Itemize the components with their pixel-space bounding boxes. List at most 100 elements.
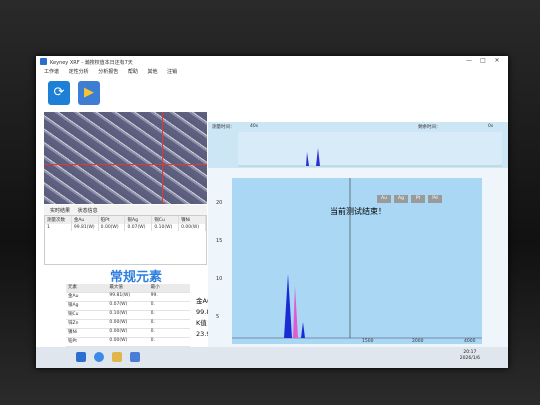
col-min: 最小 <box>150 285 160 290</box>
browser-icon[interactable] <box>94 352 104 362</box>
tab-status[interactable]: 状态信息 <box>78 207 98 214</box>
element-button-pd[interactable]: Pd <box>428 195 442 203</box>
app-window: Keyney XRF - 瀚搜权值本日还有7天 — □ ✕ 工作谱 定性分析 分析报… <box>36 56 508 368</box>
refresh-button[interactable]: ⟳ <box>48 81 70 105</box>
app-taskbar-icon[interactable] <box>130 352 140 362</box>
cell: 0.10(W) <box>152 224 180 231</box>
col-max: 最大值 <box>109 285 123 290</box>
cell: 金Au <box>68 294 79 299</box>
cell: 0.07(W) <box>125 224 153 231</box>
cell: 0. <box>150 338 155 343</box>
spectrum-panel: 20 15 10 5 1500 2000 4000 Au Ag Pt Pd 当前测试结… <box>208 168 508 358</box>
y-tick: 20 <box>216 200 223 206</box>
peak-minor <box>301 322 305 338</box>
cell: 银Ag <box>68 303 79 308</box>
menu-item-other[interactable]: 其他 <box>147 68 157 75</box>
cell: 0.10(W) <box>109 311 128 316</box>
minimize-icon[interactable]: — <box>462 57 476 64</box>
mini-peak-2 <box>316 148 320 166</box>
refresh-icon: ⟳ <box>53 85 65 100</box>
col-cu: 铜Cu <box>152 216 180 224</box>
menu-item-report[interactable]: 分析报告 <box>98 68 118 75</box>
element-button-au[interactable]: Au <box>377 195 391 203</box>
cell: 1 <box>45 224 72 231</box>
window-controls: — □ ✕ <box>462 57 504 64</box>
result-tabs: 实时结果 状态信息 <box>44 205 207 215</box>
y-tick: 10 <box>216 276 223 282</box>
tab-realtime[interactable]: 实时结果 <box>50 207 70 214</box>
table-row: 铂Pt 0.00(W) 0. <box>66 338 190 347</box>
cell: 0.00(W) <box>99 224 126 231</box>
cell: 0.00(W) <box>109 338 128 343</box>
remain-time-label: 剩余时间： <box>418 125 441 130</box>
cell: 铜Cu <box>68 312 79 317</box>
x-tick: 4000 <box>464 339 476 344</box>
folder-icon[interactable] <box>112 352 122 362</box>
cell: 0.00(W) <box>109 320 128 325</box>
crosshair-vertical <box>162 112 163 204</box>
menu-bar: 工作谱 定性分析 分析报告 帮助 其他 注销 <box>36 68 508 78</box>
col-au: 金Au <box>72 216 99 224</box>
measure-time-label: 测量时间： <box>212 125 235 130</box>
element-button-ag[interactable]: Ag <box>394 195 408 203</box>
title-bar: Keyney XRF - 瀚搜权值本日还有7天 — □ ✕ <box>36 56 508 68</box>
peak-au-2 <box>293 286 298 338</box>
cell: 0. <box>150 329 155 334</box>
cell: 99.81(W) <box>109 293 131 298</box>
remain-time-value: 0s <box>488 124 494 129</box>
col-ag: 银Ag <box>125 216 153 224</box>
test-complete-notice: 当前测试结束！ <box>330 207 386 216</box>
col-pt: 铂Pt <box>99 216 126 224</box>
mini-spectrum-svg <box>238 148 502 167</box>
window-title: Keyney XRF - 瀚搜权值本日还有7天 <box>50 60 133 66</box>
menu-item-help[interactable]: 帮助 <box>128 68 138 75</box>
cell: 0.00(W) <box>179 224 206 231</box>
sample-camera-image <box>44 112 207 204</box>
element-table: 元素 最大值 最小 金Au 99.81(W) 99. 银Ag 0.07(W) 0. 铜C… <box>66 284 190 347</box>
cell: 0.00(W) <box>109 329 128 334</box>
x-tick: 2000 <box>412 339 424 344</box>
toolbar: ⟳ ▶ <box>36 78 508 110</box>
taskbar-clock[interactable]: 20:17 2026/1/6 <box>460 350 480 362</box>
close-icon[interactable]: ✕ <box>490 57 504 64</box>
section-title: 常规元素 <box>109 270 162 285</box>
peak-au-1 <box>284 274 292 338</box>
cell: 0.07(W) <box>109 302 128 307</box>
table-row[interactable]: 1 99.81(W) 0.00(W) 0.07(W) 0.10(W) 0.00(… <box>45 224 206 231</box>
element-buttons: Au Ag Pt Pd <box>377 184 445 203</box>
y-tick: 5 <box>216 314 220 320</box>
cell: 0. <box>150 311 155 316</box>
cell: 锌Zn <box>68 321 79 326</box>
x-tick: 1500 <box>362 339 374 344</box>
y-tick: 15 <box>216 238 223 244</box>
start-icon[interactable] <box>76 352 86 362</box>
col-ni: 镍Ni <box>179 216 206 224</box>
menu-item-logout[interactable]: 注销 <box>167 68 177 75</box>
col-count: 测量次数 <box>45 216 72 224</box>
cell: 铂Pt <box>68 339 77 344</box>
table-header: 元素 最大值 最小 <box>66 284 190 293</box>
taskbar: 20:17 2026/1/6 <box>36 347 508 368</box>
mini-spectrum <box>238 132 502 167</box>
element-button-pt[interactable]: Pt <box>411 195 425 203</box>
cell: 99. <box>150 293 158 298</box>
crosshair-horizontal <box>44 164 207 165</box>
measure-time-value: 40s <box>250 124 259 129</box>
mini-peak-1 <box>306 152 309 166</box>
start-test-button[interactable]: ▶ <box>78 81 100 105</box>
table-row: 金Au 99.81(W) 99. <box>66 293 190 302</box>
table-row: 锌Zn 0.00(W) 0. <box>66 320 190 329</box>
spectrum-plot: 20 15 10 5 1500 2000 4000 Au Ag Pt Pd 当前测试结… <box>216 178 482 344</box>
col-element: 元素 <box>68 285 77 290</box>
menu-item-qual[interactable]: 定性分析 <box>69 68 89 75</box>
table-row: 铜Cu 0.10(W) 0. <box>66 311 190 320</box>
maximize-icon[interactable]: □ <box>476 57 490 64</box>
cell: 镍Ni <box>68 330 78 335</box>
cell: 0. <box>150 320 155 325</box>
menu-item-work[interactable]: 工作谱 <box>44 68 59 75</box>
clock-date: 2026/1/6 <box>459 356 480 361</box>
result-table: 测量次数 金Au 铂Pt 银Ag 铜Cu 镍Ni 1 99.81(W) 0.00… <box>44 215 207 265</box>
app-logo-icon <box>40 58 47 65</box>
table-header: 测量次数 金Au 铂Pt 银Ag 铜Cu 镍Ni <box>45 216 206 224</box>
table-row: 镍Ni 0.00(W) 0. <box>66 329 190 338</box>
